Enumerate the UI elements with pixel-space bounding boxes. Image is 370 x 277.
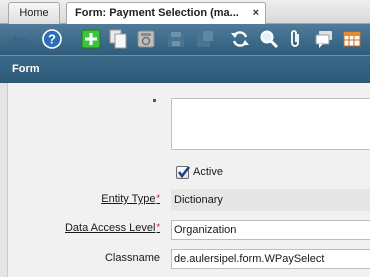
close-icon[interactable]: × — [253, 3, 259, 23]
delete-record-icon[interactable] — [136, 29, 156, 49]
tab-payment-selection-label: Form: Payment Selection (ma... — [75, 7, 239, 19]
chat-icon[interactable] — [314, 29, 334, 49]
help-icon[interactable]: ? — [42, 29, 62, 49]
entity-type-value: Dictionary — [171, 189, 370, 211]
tab-home[interactable]: Home — [8, 2, 60, 24]
data-access-level-field[interactable]: Organization — [171, 220, 370, 240]
data-access-level-label[interactable]: Data Access Level* — [65, 222, 160, 234]
entity-type-label-text: Entity Type — [101, 193, 156, 205]
copy-record-icon[interactable] — [108, 29, 128, 49]
active-checkbox-row[interactable]: Active — [176, 164, 223, 180]
required-marker: * — [156, 222, 160, 232]
tab-payment-selection[interactable]: Form: Payment Selection (ma... × — [66, 2, 266, 25]
field-marker — [153, 99, 156, 102]
save-icon[interactable] — [166, 29, 186, 49]
data-access-level-label-text: Data Access Level — [64, 222, 156, 234]
toolbar: ? — [0, 24, 370, 55]
form-header: Form — [0, 55, 370, 83]
form-title: Form — [12, 63, 40, 75]
left-rail — [0, 83, 8, 277]
active-checkbox-label: Active — [193, 166, 223, 178]
active-checkbox[interactable] — [176, 165, 191, 179]
new-record-icon[interactable] — [81, 29, 101, 49]
entity-type-label[interactable]: Entity Type* — [101, 193, 160, 205]
save-new-icon[interactable] — [195, 29, 215, 49]
attachment-icon[interactable] — [286, 29, 306, 49]
classname-field[interactable]: de.aulersipel.form.WPaySelect — [171, 249, 370, 269]
classname-label: Classname — [104, 252, 160, 264]
form-body: Active Entity Type* Dictionary Data Acce… — [0, 83, 370, 277]
undo-icon[interactable] — [10, 29, 30, 49]
svg-text:?: ? — [48, 32, 56, 47]
grid-toggle-icon[interactable] — [342, 29, 362, 49]
refresh-icon[interactable] — [230, 29, 250, 49]
required-marker: * — [156, 193, 160, 203]
find-icon[interactable] — [259, 29, 279, 49]
tab-home-label: Home — [19, 7, 49, 19]
description-textarea[interactable] — [171, 98, 370, 150]
tab-strip: Home Form: Payment Selection (ma... × — [0, 0, 370, 25]
